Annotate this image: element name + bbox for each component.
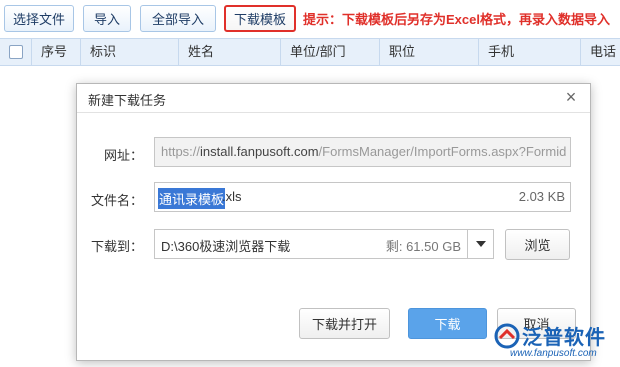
filename-extension: .xls: [222, 189, 242, 204]
column-header[interactable]: 姓名: [178, 39, 280, 65]
url-field: https://install.fanpusoft.com/FormsManag…: [154, 137, 571, 167]
column-header[interactable]: 电话: [580, 39, 620, 65]
brand-logo-icon: [494, 323, 520, 349]
title-divider: [77, 112, 590, 113]
brand-watermark: 泛普软件 www.fanpusoft.com: [492, 319, 616, 363]
import-tip: 提示：下载模板后另存为Excel格式，再录入数据导入: [303, 12, 610, 27]
download-button[interactable]: 下载: [408, 308, 487, 339]
toolbar: 选择文件 导入 全部导入 下载模板 提示：下载模板后另存为Excel格式，再录入…: [0, 0, 620, 38]
select-all-checkbox[interactable]: [9, 45, 23, 59]
select-file-button[interactable]: 选择文件: [4, 5, 74, 32]
column-header[interactable]: 标识: [80, 39, 178, 65]
column-header[interactable]: 序号: [31, 39, 80, 65]
close-icon[interactable]: ×: [562, 88, 580, 106]
download-and-open-button[interactable]: 下载并打开: [299, 308, 390, 339]
filename-selected-text: 通讯录模板: [158, 188, 226, 209]
free-space: 剩: 61.50 GB: [385, 239, 461, 254]
brand-name: 泛普软件: [522, 327, 606, 349]
file-size: 2.03 KB: [518, 189, 565, 204]
download-to-label: 下载到：: [90, 239, 143, 254]
browse-button[interactable]: 浏览: [505, 229, 570, 260]
download-template-button[interactable]: 下载模板: [224, 5, 296, 32]
import-all-button[interactable]: 全部导入: [140, 5, 216, 32]
grid-header: 序号 标识 姓名 单位/部门 职位 手机 电话: [0, 38, 620, 66]
dropdown-divider: [467, 230, 468, 258]
url-value: https://install.fanpusoft.com/FormsManag…: [161, 144, 567, 159]
import-button[interactable]: 导入: [83, 5, 131, 32]
download-path-select[interactable]: D:\360极速浏览器下载 剩: 61.50 GB: [154, 229, 494, 259]
filename-input[interactable]: 通讯录模板 .xls 2.03 KB: [154, 182, 571, 212]
filename-label: 文件名：: [90, 193, 143, 208]
chevron-down-icon[interactable]: [476, 241, 486, 247]
column-header[interactable]: 手机: [478, 39, 580, 65]
download-path: D:\360极速浏览器下载: [161, 239, 291, 254]
column-header[interactable]: 单位/部门: [280, 39, 379, 65]
url-label: 网址：: [103, 148, 143, 163]
dialog-title: 新建下载任务: [88, 93, 167, 108]
column-header[interactable]: 职位: [379, 39, 478, 65]
brand-url: www.fanpusoft.com: [510, 348, 597, 359]
